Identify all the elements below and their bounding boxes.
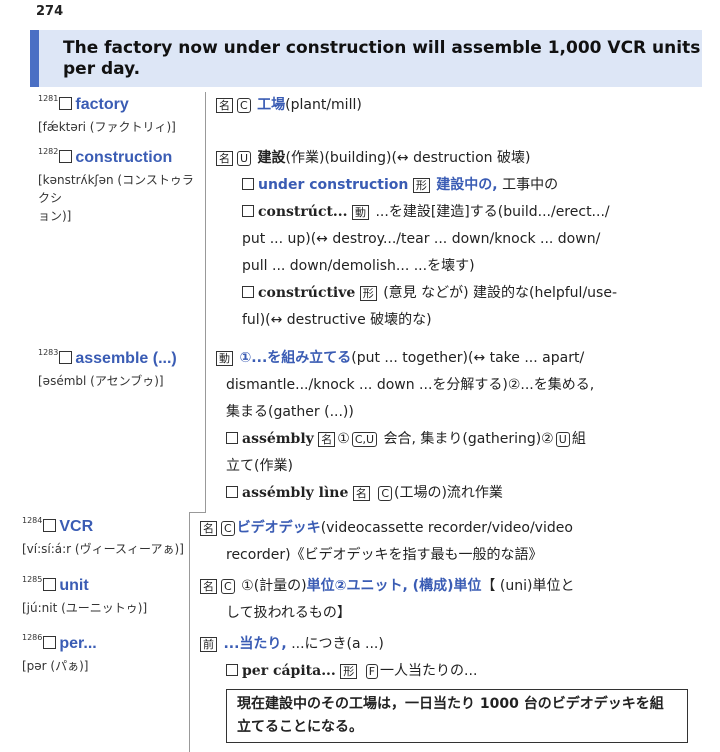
headword: unit <box>59 577 89 594</box>
entry-1284-def: 名 C ビデオデッキ(videocassette recorder/video/vi… <box>200 515 695 569</box>
checkbox-icon <box>59 150 73 163</box>
entry-1286-def: 前 ...当たり, ...につき(a ...) per cápita... 形 … <box>200 631 695 685</box>
entry-1283-head: 1283 assemble (...) [əsémbl (アセンブゥ)] <box>38 348 177 388</box>
example-sentence-banner: The factory now under construction will … <box>30 30 702 87</box>
checkbox-icon <box>43 636 57 649</box>
checkbox-icon <box>43 519 57 532</box>
entry-1284-head: 1284 VCR [ví:sí:á:r (ヴィースィーアぁ)] <box>22 516 184 556</box>
checkbox-icon <box>59 97 73 110</box>
headword: per... <box>59 635 97 652</box>
entry-1281-head: 1281 factory [fǽktəri (ファクトリィ)] <box>38 94 176 136</box>
checkbox-icon <box>43 578 57 591</box>
entry-1285-head: 1285 unit [jú:nit (ユーニットゥ)] <box>22 575 148 615</box>
translation-box: 現在建設中のその工場は，一日当たり 1000 台のビデオデッキを組立てることにな… <box>226 689 688 743</box>
headword: assemble (...) <box>75 350 177 367</box>
column-divider-step <box>189 512 206 513</box>
entry-1286-head: 1286 per... [pər (パぁ)] <box>22 633 97 673</box>
headword: factory <box>75 96 129 113</box>
entry-1281-def: 名C 工場(plant/mill) <box>216 92 362 119</box>
entry-number: 1281 <box>38 94 59 103</box>
banner-text: The factory now under construction will … <box>63 38 701 79</box>
entry-1282-head: 1282 construction [kənstrʌ́kʃən (コンストゥラクシ… <box>38 147 194 223</box>
entry-1283-def: 動 ①...を組み立てる(put ... together)(↔ take ..… <box>216 345 696 507</box>
checkbox-icon <box>59 351 73 364</box>
column-divider <box>205 92 206 512</box>
page-number: 274 <box>36 4 64 19</box>
entry-1285-def: 名C ①(計量の)単位②ユニット, (構成)単位【 (uni)単位と して扱われ… <box>200 573 695 627</box>
column-divider-lower <box>189 512 190 752</box>
entry-1282-def: 名U 建設(作業)(building)(↔ destruction 破壊) un… <box>216 145 696 334</box>
headword: VCR <box>59 518 94 535</box>
pronunciation: [fǽktəri (ファクトリィ)] <box>38 120 176 134</box>
headword: construction <box>75 149 173 166</box>
